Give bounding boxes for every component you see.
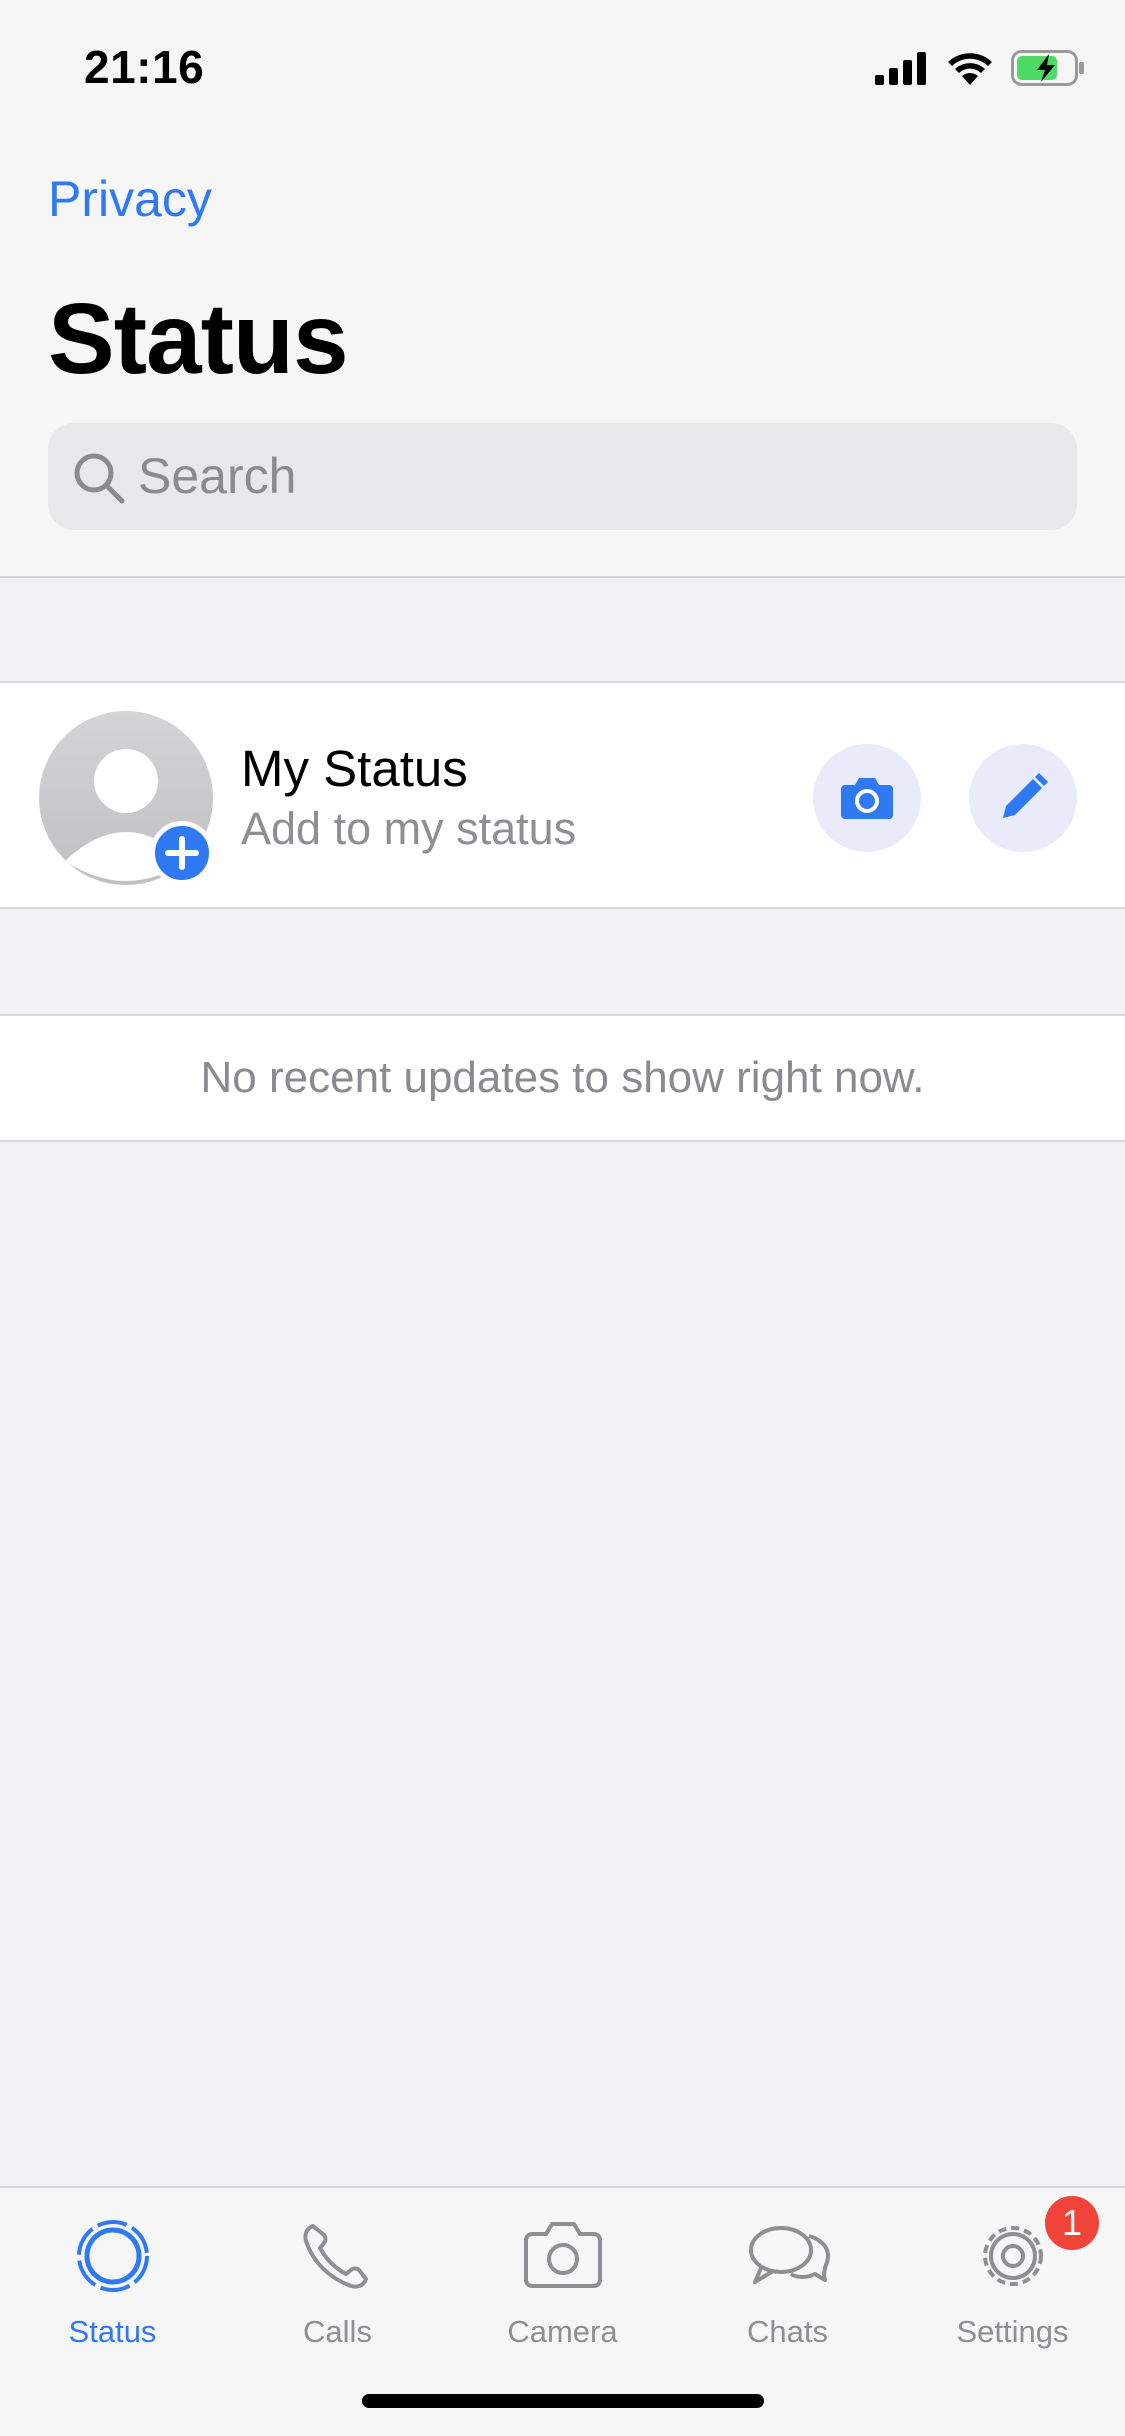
- tab-calls[interactable]: Calls: [225, 2208, 450, 2358]
- add-status-badge[interactable]: [150, 821, 214, 885]
- my-status-subtitle: Add to my status: [241, 803, 577, 854]
- no-updates-row: No recent updates to show right now.: [0, 1014, 1125, 1142]
- divider: [0, 576, 1125, 578]
- search-input[interactable]: Search: [48, 423, 1077, 530]
- phone-icon: [302, 2224, 368, 2289]
- my-status-row[interactable]: My Status Add to my status: [0, 681, 1125, 909]
- text-status-button[interactable]: [969, 744, 1077, 852]
- tab-chats[interactable]: Chats: [675, 2208, 900, 2358]
- camera-icon: [523, 2222, 602, 2288]
- search-icon: [74, 453, 125, 504]
- tab-label: Calls: [303, 2314, 372, 2349]
- status-ring-icon: [76, 2220, 149, 2292]
- camera-icon: [841, 778, 893, 819]
- status-bar: 21:16: [0, 0, 1125, 130]
- chat-bubbles-icon: [748, 2226, 830, 2284]
- tab-label: Camera: [507, 2314, 618, 2349]
- cellular-signal-icon: [875, 52, 926, 85]
- gear-icon: [982, 2226, 1043, 2286]
- my-status-title: My Status: [241, 740, 468, 797]
- camera-status-button[interactable]: [813, 744, 921, 852]
- privacy-link[interactable]: Privacy: [48, 170, 212, 228]
- wifi-icon: [948, 53, 992, 85]
- tab-label: Status: [68, 2314, 157, 2349]
- settings-badge: 1: [1045, 2196, 1099, 2250]
- battery-charging-icon: [1011, 50, 1084, 86]
- tab-camera[interactable]: Camera: [450, 2208, 675, 2358]
- plus-icon: [165, 836, 199, 870]
- page-title: Status: [48, 283, 349, 395]
- status-bar-time: 21:16: [84, 41, 205, 93]
- tab-label: Chats: [747, 2314, 828, 2349]
- pencil-icon: [1003, 773, 1048, 818]
- no-updates-message: No recent updates to show right now.: [200, 1053, 925, 1102]
- home-indicator[interactable]: [362, 2394, 764, 2408]
- tab-status[interactable]: Status: [0, 2208, 225, 2358]
- status-bar-icons: [875, 46, 1085, 90]
- tab-label: Settings: [956, 2314, 1069, 2349]
- search-placeholder: Search: [138, 448, 297, 504]
